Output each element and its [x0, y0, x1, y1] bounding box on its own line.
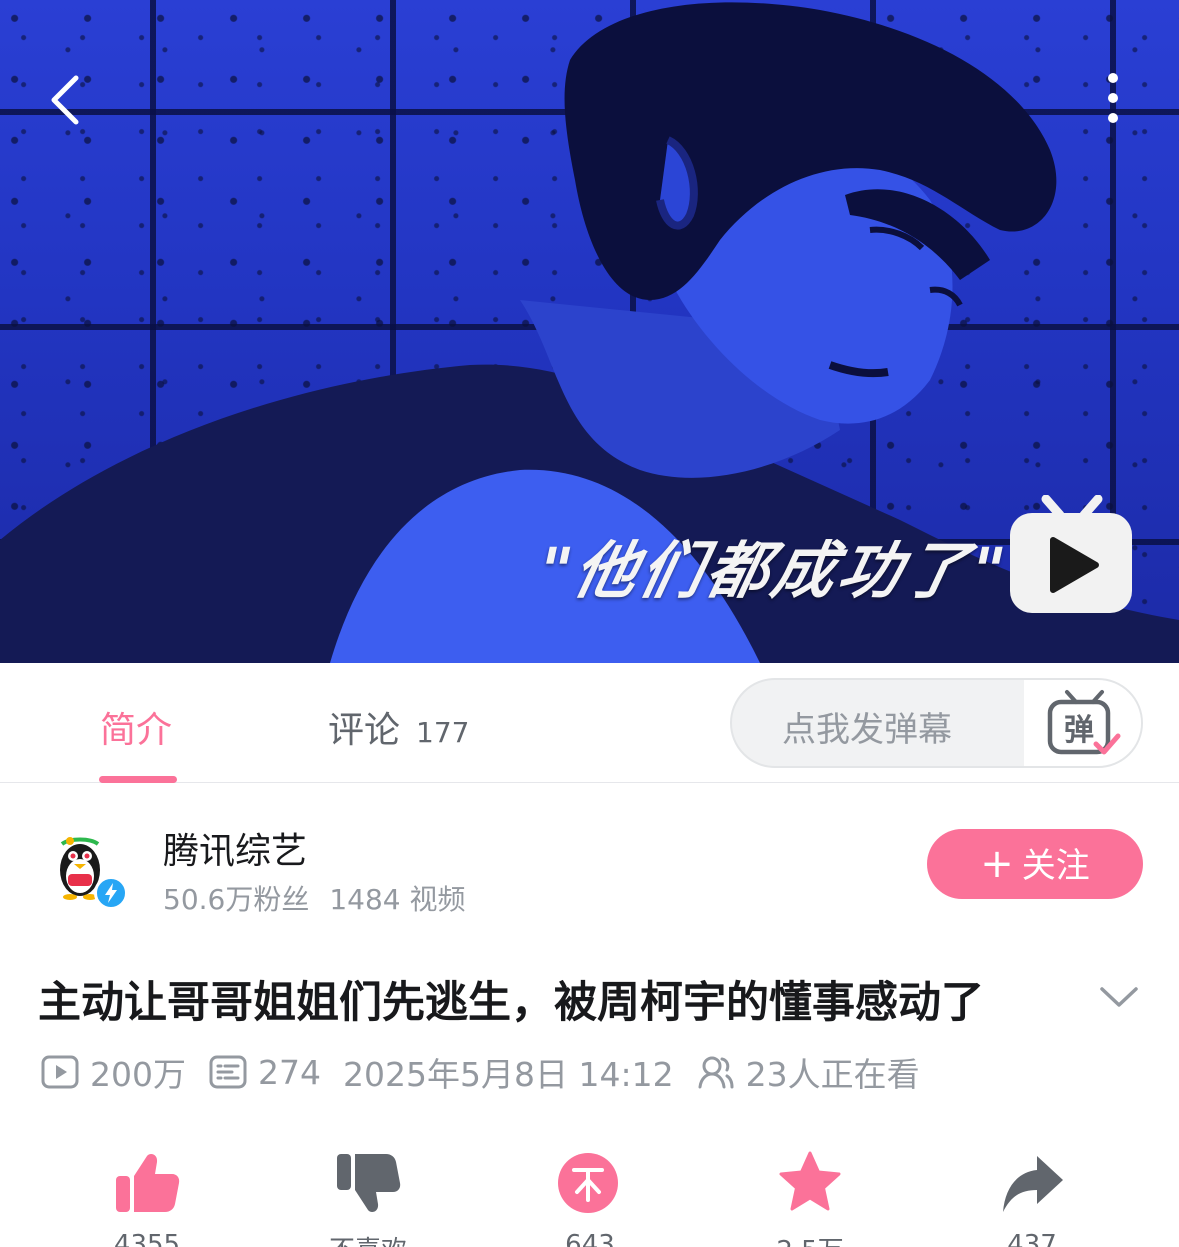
video-title: 主动让哥哥姐姐们先逃生，被周柯宇的懂事感动了	[38, 978, 984, 1028]
danmaku-toggle-button[interactable]: 弹	[1024, 680, 1141, 766]
video-subtitle: "他们都成功了"	[531, 534, 1016, 607]
dislike-label: 不喜欢	[308, 1230, 428, 1247]
watching-count: 23人正在看	[745, 1055, 920, 1094]
view-count: 200万	[90, 1055, 186, 1094]
danmaku-input[interactable]: 点我发弹幕	[782, 702, 952, 751]
favorite-count: 2.5万	[750, 1230, 870, 1247]
share-button[interactable]: 437	[972, 1150, 1092, 1247]
publish-date: 2025年5月8日 14:12	[343, 1055, 674, 1094]
share-arrow-icon	[1003, 1156, 1063, 1212]
like-button[interactable]: 4355	[87, 1150, 207, 1247]
danmaku-count-icon	[209, 1055, 247, 1089]
lightning-icon	[105, 883, 117, 903]
tab-active-indicator	[99, 776, 177, 783]
coin-button[interactable]: 643	[530, 1150, 650, 1247]
thumbs-down-icon	[337, 1154, 401, 1212]
tab-intro[interactable]: 简介	[100, 701, 172, 753]
danmaku-bar: 点我发弹幕 弹	[730, 678, 1143, 768]
verified-badge	[94, 876, 128, 910]
play-count-icon	[41, 1055, 79, 1089]
follow-label: 关注	[1021, 846, 1090, 886]
coin-count: 643	[565, 1230, 615, 1247]
chevron-down-icon	[1100, 987, 1138, 1007]
tab-bar: 简介 评论 177 点我发弹幕 弹	[0, 663, 1179, 783]
play-button[interactable]	[1008, 494, 1136, 617]
viewers-icon	[698, 1056, 734, 1089]
video-meta: 200万 274 2025年5月8日 14:12 23人正在看	[40, 1050, 920, 1094]
video-player[interactable]: "他们都成功了"	[0, 0, 1179, 663]
uploader-info: 腾讯综艺 50.6万粉丝 1484 视频 + 关注	[0, 800, 1179, 930]
chevron-left-icon	[51, 75, 79, 125]
thumbs-up-icon	[116, 1154, 180, 1212]
expand-description-button[interactable]	[1098, 975, 1140, 1017]
action-bar: 4355 不喜欢 643 2.5万 437	[0, 1150, 1179, 1247]
star-icon	[779, 1151, 841, 1211]
plus-icon: +	[980, 841, 1014, 887]
more-button[interactable]	[1096, 70, 1130, 130]
tab-comments-label: 评论	[328, 710, 401, 751]
follow-button[interactable]: + 关注	[927, 829, 1143, 899]
dislike-button[interactable]: 不喜欢	[308, 1150, 428, 1247]
danmaku-count: 274	[258, 1052, 321, 1092]
like-count: 4355	[113, 1230, 181, 1247]
video-count: 1484 视频	[329, 883, 466, 916]
tab-comments-count: 177	[416, 716, 470, 749]
coin-icon	[558, 1153, 618, 1213]
tab-comments[interactable]: 评论 177	[328, 701, 469, 753]
back-button[interactable]	[40, 70, 96, 130]
uploader-name[interactable]: 腾讯综艺	[163, 822, 307, 874]
play-tv-icon	[1010, 494, 1132, 613]
svg-text:弹: 弹	[1064, 713, 1094, 748]
fans-count: 50.6万粉丝	[163, 883, 310, 916]
danmaku-toggle-icon: 弹	[1047, 690, 1121, 755]
uploader-stats: 50.6万粉丝 1484 视频	[163, 878, 466, 918]
share-count: 437	[1007, 1230, 1057, 1247]
more-vertical-icon	[1108, 73, 1118, 123]
favorite-button[interactable]: 2.5万	[750, 1150, 870, 1247]
